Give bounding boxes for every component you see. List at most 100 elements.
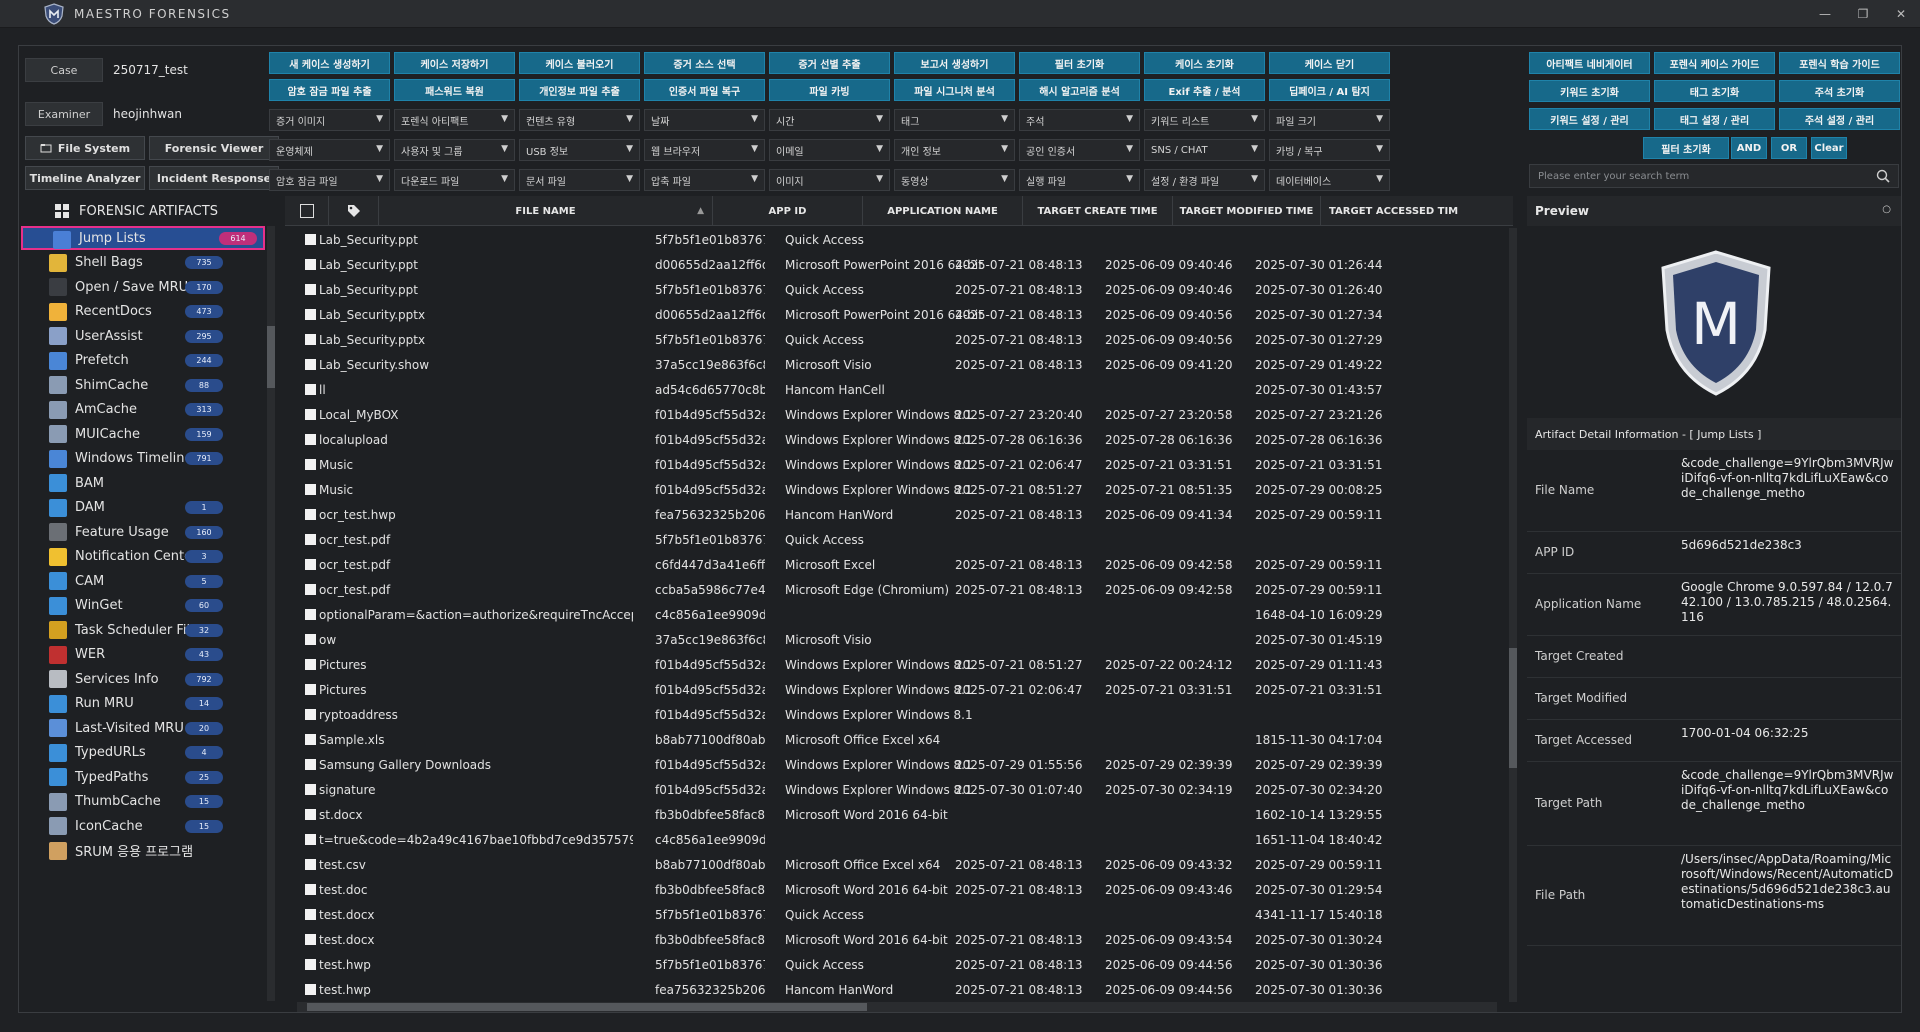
sidebar-item-wer[interactable]: WER 43 xyxy=(19,643,223,667)
filter-row2-dropdown-4[interactable]: 이메일 ▼ xyxy=(769,139,890,161)
row-checkbox[interactable] xyxy=(305,609,316,620)
toolbar-right1-button-0[interactable]: 아티팩트 네비게이터 xyxy=(1529,52,1650,74)
col-target-create-time[interactable]: TARGET CREATE TIME xyxy=(1023,196,1173,226)
row-checkbox[interactable] xyxy=(305,684,316,695)
row-checkbox[interactable] xyxy=(305,359,316,370)
toolbar-row2-button-4[interactable]: 파일 카빙 xyxy=(769,79,890,101)
row-checkbox[interactable] xyxy=(305,584,316,595)
sidebar-item-amcache[interactable]: AmCache 313 xyxy=(19,398,223,422)
toolbar-right2-button-1[interactable]: 태그 초기화 xyxy=(1654,80,1775,102)
table-row[interactable]: Pictures f01b4d95cf55d32a Windows Explorer… xyxy=(285,653,1513,678)
sidebar-item-services-info[interactable]: Services Info 792 xyxy=(19,667,223,691)
col-app-id[interactable]: APP ID xyxy=(713,196,863,226)
table-scroll-thumb[interactable] xyxy=(1509,648,1517,768)
filter-row3-dropdown-0[interactable]: 암호 잠금 파일 ▼ xyxy=(269,169,390,191)
table-row[interactable]: Lab_Security.ppt 5f7b5f1e01b83767 Quick Ac… xyxy=(285,228,1513,253)
file-system-button[interactable]: File System xyxy=(25,136,145,160)
filter-row2-dropdown-0[interactable]: 운영체제 ▼ xyxy=(269,139,390,161)
row-checkbox[interactable] xyxy=(305,784,316,795)
toolbar-row1-button-8[interactable]: 케이스 닫기 xyxy=(1269,52,1390,74)
sidebar-item-run-mru[interactable]: Run MRU 14 xyxy=(19,692,223,716)
sidebar-item-task-scheduler-files[interactable]: Task Scheduler Files 32 xyxy=(19,618,223,642)
table-row[interactable]: Lab_Security.pptx 5f7b5f1e01b83767 Quick A… xyxy=(285,328,1513,353)
row-checkbox[interactable] xyxy=(305,309,316,320)
row-checkbox[interactable] xyxy=(305,459,316,470)
table-row[interactable]: Lab_Security.pptx d00655d2aa12ff6d Microso… xyxy=(285,303,1513,328)
col-file-name[interactable]: FILE NAME ▲ xyxy=(379,196,713,226)
row-checkbox[interactable] xyxy=(305,284,316,295)
row-checkbox[interactable] xyxy=(305,434,316,445)
toolbar-row1-button-1[interactable]: 케이스 저장하기 xyxy=(394,52,515,74)
filter-row1-dropdown-2[interactable]: 컨텐츠 유형 ▼ xyxy=(519,109,640,131)
row-checkbox[interactable] xyxy=(305,634,316,645)
row-checkbox[interactable] xyxy=(305,334,316,345)
table-row[interactable]: Lab_Security.show 37a5cc19e863f6c8 Microso… xyxy=(285,353,1513,378)
forensic-viewer-button[interactable]: Forensic Viewer xyxy=(149,136,279,160)
filter-row3-dropdown-5[interactable]: 동영상 ▼ xyxy=(894,169,1015,191)
row-checkbox[interactable] xyxy=(305,509,316,520)
sidebar-item-shell-bags[interactable]: Shell Bags 735 xyxy=(19,251,223,275)
row-checkbox[interactable] xyxy=(305,709,316,720)
sidebar-item-windows-timeline[interactable]: Windows Timeline 791 xyxy=(19,447,223,471)
toolbar-row1-button-5[interactable]: 보고서 생성하기 xyxy=(894,52,1015,74)
table-horizontal-scrollbar[interactable] xyxy=(297,1002,1497,1012)
sidebar-item-jump-lists[interactable]: Jump Lists 614 xyxy=(21,226,265,250)
toolbar-row1-button-7[interactable]: 케이스 초기화 xyxy=(1144,52,1265,74)
toolbar-row2-button-0[interactable]: 암호 잠금 파일 추출 xyxy=(269,79,390,101)
table-row[interactable]: signature f01b4d95cf55d32a Windows Explore… xyxy=(285,778,1513,803)
preview-close-icon[interactable]: ○ xyxy=(1882,204,1891,215)
toolbar-row2-button-1[interactable]: 패스워드 복원 xyxy=(394,79,515,101)
row-checkbox[interactable] xyxy=(305,834,316,845)
table-row[interactable]: ocr_test.pdf ccba5a5986c77e43 Microsoft Ed… xyxy=(285,578,1513,603)
table-row[interactable]: ocr_test.pdf c6fd447d3a41e6ff Microsoft Ex… xyxy=(285,553,1513,578)
toolbar-row1-button-4[interactable]: 증거 선별 추출 xyxy=(769,52,890,74)
toolbar-row1-button-2[interactable]: 케이스 불러오기 xyxy=(519,52,640,74)
minimize-button[interactable]: — xyxy=(1806,0,1844,28)
table-row[interactable]: Samsung Gallery Downloads f01b4d95cf55d32… xyxy=(285,753,1513,778)
table-scrollbar[interactable] xyxy=(1509,228,1517,1002)
row-checkbox[interactable] xyxy=(305,884,316,895)
filter-row1-dropdown-4[interactable]: 시간 ▼ xyxy=(769,109,890,131)
table-row[interactable]: Local_MyBOX f01b4d95cf55d32a Windows Explo… xyxy=(285,403,1513,428)
sidebar-item-userassist[interactable]: UserAssist 295 xyxy=(19,324,223,348)
sidebar-item-muicache[interactable]: MUICache 159 xyxy=(19,422,223,446)
table-row[interactable]: Music f01b4d95cf55d32a Windows Explorer Wi… xyxy=(285,478,1513,503)
maximize-button[interactable]: ❐ xyxy=(1844,0,1882,28)
filter-row1-dropdown-7[interactable]: 키워드 리스트 ▼ xyxy=(1144,109,1265,131)
sidebar-item-bam[interactable]: BAM xyxy=(19,471,219,495)
filter-row3-dropdown-4[interactable]: 이미지 ▼ xyxy=(769,169,890,191)
table-row[interactable]: test.csv b8ab77100df80ab2 Microsoft Office… xyxy=(285,853,1513,878)
sidebar-item-cam[interactable]: CAM 5 xyxy=(19,569,223,593)
filter-reset-button[interactable]: 필터 초기화 xyxy=(1643,137,1729,159)
filter-row2-dropdown-2[interactable]: USB 정보 ▼ xyxy=(519,139,640,161)
search-icon[interactable] xyxy=(1876,169,1890,183)
row-checkbox[interactable] xyxy=(305,484,316,495)
toolbar-row2-button-7[interactable]: Exif 추출 / 분석 xyxy=(1144,79,1265,101)
close-button[interactable]: ✕ xyxy=(1882,0,1920,28)
toolbar-row2-button-6[interactable]: 해시 알고리즘 분석 xyxy=(1019,79,1140,101)
row-checkbox[interactable] xyxy=(305,984,316,995)
filter-row1-dropdown-1[interactable]: 포렌식 아티팩트 ▼ xyxy=(394,109,515,131)
sidebar-item-notification-center[interactable]: Notification Center 3 xyxy=(19,545,223,569)
toolbar-right2-button-0[interactable]: 키워드 초기화 xyxy=(1529,80,1650,102)
toolbar-row1-button-3[interactable]: 증거 소스 선택 xyxy=(644,52,765,74)
search-input[interactable]: Please enter your search term xyxy=(1529,164,1899,188)
toolbar-right3-button-2[interactable]: 주석 설정 / 관리 xyxy=(1779,108,1900,130)
row-checkbox[interactable] xyxy=(305,384,316,395)
row-checkbox[interactable] xyxy=(305,859,316,870)
filter-row1-dropdown-5[interactable]: 태그 ▼ xyxy=(894,109,1015,131)
filter-row2-dropdown-8[interactable]: 카빙 / 복구 ▼ xyxy=(1269,139,1390,161)
toolbar-row2-button-3[interactable]: 인증서 파일 복구 xyxy=(644,79,765,101)
row-checkbox[interactable] xyxy=(305,759,316,770)
toolbar-row1-button-6[interactable]: 필터 초기화 xyxy=(1019,52,1140,74)
and-button[interactable]: AND xyxy=(1731,137,1767,159)
row-checkbox[interactable] xyxy=(305,934,316,945)
sidebar-item-feature-usage[interactable]: Feature Usage 160 xyxy=(19,520,223,544)
filter-row3-dropdown-2[interactable]: 문서 파일 ▼ xyxy=(519,169,640,191)
toolbar-right1-button-1[interactable]: 포렌식 케이스 가이드 xyxy=(1654,52,1775,74)
filter-row2-dropdown-1[interactable]: 사용자 및 그룹 ▼ xyxy=(394,139,515,161)
toolbar-right3-button-0[interactable]: 키워드 설정 / 관리 xyxy=(1529,108,1650,130)
or-button[interactable]: OR xyxy=(1771,137,1807,159)
sidebar-scrollbar[interactable] xyxy=(267,226,275,1001)
sidebar-item-winget[interactable]: WinGet 60 xyxy=(19,594,223,618)
